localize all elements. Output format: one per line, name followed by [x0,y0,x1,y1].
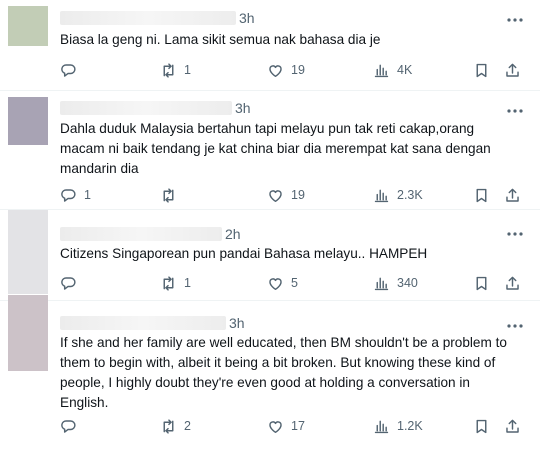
repost-icon [163,62,174,78]
timestamp[interactable]: 3h [235,100,251,116]
views-button[interactable]: 340 [373,273,418,293]
share-icon [506,63,519,77]
bookmark-button[interactable] [473,60,490,80]
post-text: Biasa la geng ni. Lama sikit semua nak b… [60,32,381,47]
bookmark-icon [476,63,487,77]
bookmark-icon [476,188,487,202]
post-text: Dahla duduk Malaysia bertahun tapi melay… [60,121,491,176]
views-icon [374,420,389,433]
like-count: 19 [291,63,305,77]
repost-button[interactable]: 2 [160,416,191,436]
reply-icon [61,419,76,433]
like-button[interactable]: 19 [267,60,305,80]
post-header: 3h [60,8,255,28]
views-button[interactable]: 1.2K [373,416,423,436]
repost-button[interactable]: 1 [160,273,191,293]
avatar[interactable] [8,295,48,371]
reply-post[interactable]: 3h If she and her family are well educat… [0,295,540,451]
more-options-button[interactable] [504,102,526,120]
views-count: 4K [397,63,413,77]
reply-button[interactable]: 1 [60,185,91,205]
reply-button[interactable] [60,416,84,436]
reply-icon [61,188,76,202]
post-text: Citizens Singaporean pun pandai Bahasa m… [60,246,428,261]
author-name-redacted[interactable] [60,227,222,241]
bookmark-icon [476,276,487,290]
reply-icon [61,276,76,290]
reply-post[interactable]: 3h Dahla duduk Malaysia bertahun tapi me… [0,91,540,210]
views-icon [374,277,389,290]
views-icon [374,64,389,77]
reply-button[interactable] [60,273,84,293]
reply-button[interactable] [60,60,84,80]
post-header: 2h [60,224,241,244]
repost-icon [163,418,174,434]
action-bar: 1 19 2.3K [60,185,534,205]
repost-count: 1 [184,276,191,290]
share-icon [506,276,519,290]
views-button[interactable]: 2.3K [373,185,423,205]
views-icon [374,189,389,202]
avatar[interactable] [8,210,48,294]
more-icon [507,109,523,113]
share-button[interactable] [504,273,521,293]
bookmark-button[interactable] [473,273,490,293]
like-icon [269,189,282,202]
author-name-redacted[interactable] [60,11,236,25]
share-icon [506,419,519,433]
reply-count: 1 [84,188,91,202]
like-count: 5 [291,276,298,290]
bookmark-button[interactable] [473,185,490,205]
share-button[interactable] [504,185,521,205]
repost-button[interactable]: 1 [160,60,191,80]
author-name-redacted[interactable] [60,101,232,115]
reply-feed: 3h Biasa la geng ni. Lama sikit semua na… [0,0,540,451]
like-button[interactable]: 17 [267,416,305,436]
reply-post[interactable]: 3h Biasa la geng ni. Lama sikit semua na… [0,0,540,91]
views-button[interactable]: 4K [373,60,412,80]
avatar[interactable] [8,6,48,46]
like-button[interactable]: 5 [267,273,298,293]
like-icon [269,420,282,433]
more-icon [507,324,523,328]
like-count: 19 [291,188,305,202]
like-icon [269,277,282,290]
avatar[interactable] [8,97,48,145]
action-bar: 1 19 4K [60,60,534,80]
views-count: 1.2K [397,419,423,433]
more-options-button[interactable] [504,225,526,243]
repost-count: 2 [184,419,191,433]
like-count: 17 [291,419,305,433]
views-count: 2.3K [397,188,423,202]
share-button[interactable] [504,416,521,436]
like-button[interactable]: 19 [267,185,305,205]
more-icon [507,18,523,22]
share-button[interactable] [504,60,521,80]
reply-icon [61,63,76,77]
post-header: 3h [60,313,245,333]
timestamp[interactable]: 2h [225,226,241,242]
bookmark-icon [476,419,487,433]
repost-count: 1 [184,63,191,77]
more-options-button[interactable] [504,11,526,29]
repost-icon [163,187,174,203]
author-name-redacted[interactable] [60,316,226,330]
reply-post[interactable]: 2h Citizens Singaporean pun pandai Bahas… [0,210,540,301]
timestamp[interactable]: 3h [229,315,245,331]
bookmark-button[interactable] [473,416,490,436]
repost-button[interactable] [160,185,184,205]
post-header: 3h [60,98,251,118]
like-icon [269,64,282,77]
more-icon [507,232,523,236]
repost-icon [163,275,174,291]
views-count: 340 [397,276,418,290]
action-bar: 2 17 1.2K [60,416,534,436]
timestamp[interactable]: 3h [239,10,255,26]
action-bar: 1 5 340 [60,273,534,293]
post-text: If she and her family are well educated,… [60,335,507,410]
share-icon [506,188,519,202]
